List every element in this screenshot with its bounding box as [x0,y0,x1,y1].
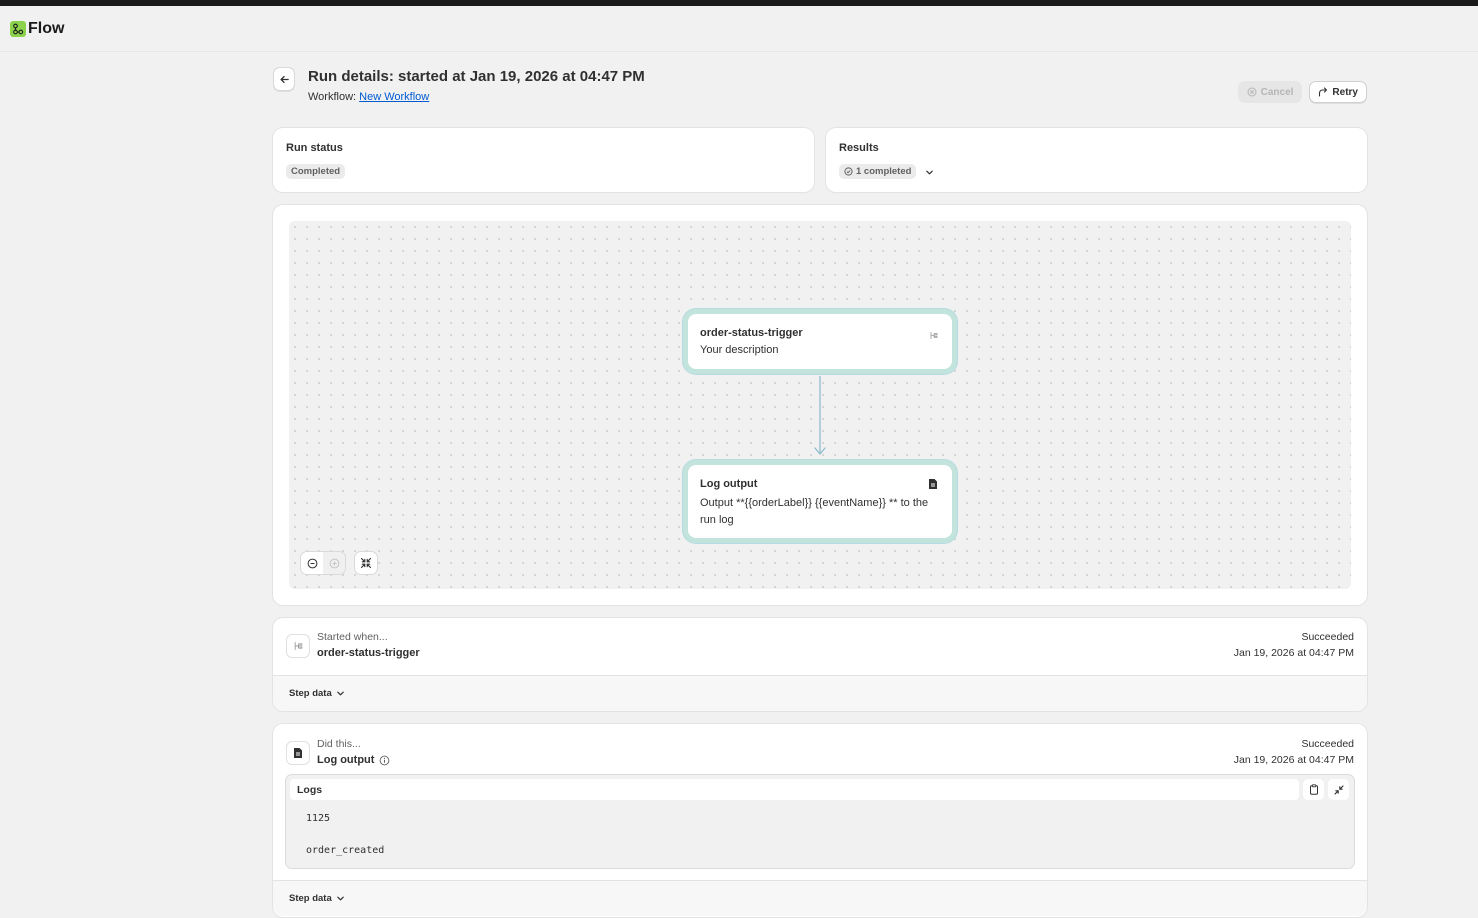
collapse-logs-button[interactable] [1328,779,1349,800]
workflow-subtitle: Workflow: New Workflow [308,91,429,103]
back-button[interactable] [273,67,295,91]
results-badge-label: 1 completed [856,166,912,177]
logs-title: Logs [297,784,323,796]
cancel-label: Cancel [1260,86,1294,98]
zoom-in-button[interactable] [323,552,345,574]
log-node-description: Output **{{orderLabel}} {{eventName}} **… [700,497,929,526]
retry-arrow-icon [1319,87,1328,97]
step-footer: Step data [273,880,1367,916]
log-output-step-card: Did this... Log output Succeeded Jan 19,… [273,724,1367,917]
flow-logo-icon [10,20,26,37]
log-node-title: Log output [700,478,758,490]
info-icon[interactable] [379,755,390,766]
page-header: Run details: started at Jan 19, 2026 at … [273,66,1367,110]
cancel-button[interactable]: Cancel [1237,81,1303,103]
document-icon [928,477,938,495]
step-name-label: order-status-trigger [317,647,420,659]
logs-header: Logs [290,779,1299,800]
workflow-link[interactable]: New Workflow [359,91,429,103]
header-actions: Cancel Retry [1237,81,1367,103]
arrow-left-icon [279,75,289,83]
run-status-title: Run status [286,142,343,154]
logs-panel: Logs 1125 order_created [286,775,1354,868]
workflow-canvas-card: order-status-trigger Your description Lo… [273,205,1367,605]
app-bar: Flow [0,6,1478,52]
page-title: Run details: started at Jan 19, 2026 at … [308,68,645,85]
trigger-step-card: Started when... order-status-trigger Suc… [273,618,1367,711]
step-name: order-status-trigger [317,647,420,659]
step-name-label: Log output [317,754,375,766]
trigger-step-icon-box [286,634,310,658]
cancel-circle-icon [1247,87,1257,97]
step-data-toggle[interactable]: Step data [289,893,345,904]
minus-circle-icon [307,558,317,568]
log-step-icon-box [286,741,310,765]
step-data-label: Step data [289,893,332,904]
chevron-down-icon[interactable] [925,168,934,177]
zoom-controls [301,552,345,574]
step-date: Jan 19, 2026 at 04:47 PM [1233,754,1354,766]
step-status: Succeeded [1301,738,1354,750]
log-line: 1125 [306,813,331,824]
status-badge: Completed [286,164,346,179]
step-date: Jan 19, 2026 at 04:47 PM [1233,647,1354,659]
workflow-canvas[interactable]: order-status-trigger Your description Lo… [289,221,1351,589]
app-title: Flow [28,19,65,37]
step-data-label: Step data [289,688,332,699]
results-badge[interactable]: 1 completed [839,164,917,179]
results-title: Results [839,142,879,154]
step-footer: Step data [273,675,1367,711]
step-name: Log output [317,754,390,766]
run-status-card: Run status Completed [273,128,814,192]
chevron-down-icon [336,896,344,901]
step-data-toggle[interactable]: Step data [289,688,345,699]
plus-circle-icon [329,558,339,568]
trigger-icon [930,327,938,345]
collapse-arrows-icon [360,557,372,569]
step-status: Succeeded [1301,631,1354,643]
copy-logs-button[interactable] [1303,779,1324,800]
fit-view-button[interactable] [355,552,377,574]
clipboard-icon [1309,784,1318,795]
collapse-icon [1333,784,1344,795]
document-icon [294,748,302,758]
trigger-node-title: order-status-trigger [700,327,803,339]
log-line: order_created [306,845,385,856]
results-card: Results 1 completed [826,128,1367,192]
zoom-out-button[interactable] [301,552,323,574]
workflow-prefix: Workflow: [308,91,357,103]
trigger-icon [294,642,302,650]
retry-button[interactable]: Retry [1309,81,1367,103]
retry-label: Retry [1332,86,1358,98]
trigger-node-description: Your description [700,344,779,356]
log-output-node[interactable]: Log output Output **{{orderLabel}} {{eve… [688,465,952,538]
chevron-down-icon [336,691,344,696]
step-kicker: Did this... [317,738,361,750]
step-kicker: Started when... [317,631,388,643]
check-circle-icon [844,167,853,176]
trigger-node[interactable]: order-status-trigger Your description [688,314,952,369]
